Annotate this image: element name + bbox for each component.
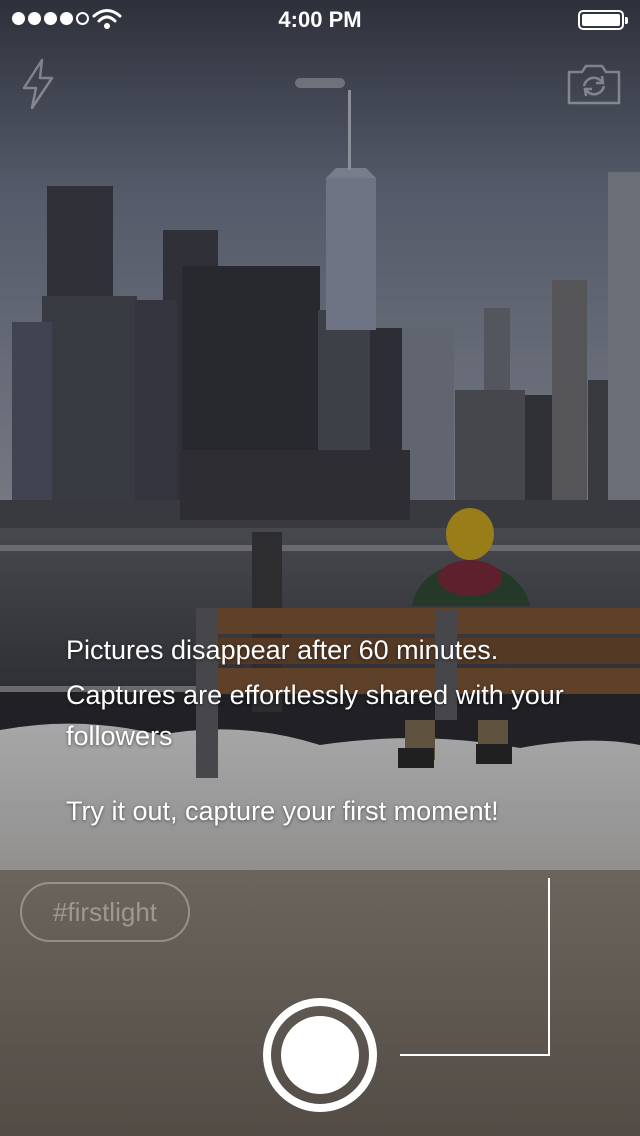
status-bar: 4:00 PM: [0, 0, 640, 40]
intro-line-disappear: Pictures disappear after 60 minutes.: [66, 635, 499, 665]
intro-message: Pictures disappear after 60 minutes. Cap…: [66, 630, 606, 832]
shutter-button[interactable]: [263, 998, 377, 1112]
camera-flip-icon[interactable]: [566, 62, 622, 106]
shutter-button-icon: [281, 1016, 359, 1094]
tutorial-pointer-line: [400, 878, 550, 1056]
intro-line-try-it: Try it out, capture your first moment!: [66, 796, 499, 827]
intro-line-shared: Captures are effortlessly shared with yo…: [66, 680, 564, 752]
battery-level-fill: [582, 14, 620, 26]
battery-icon: [578, 10, 628, 30]
drag-handle[interactable]: [295, 78, 345, 88]
battery-nub: [625, 17, 628, 24]
lightning-bolt-icon[interactable]: [18, 58, 58, 110]
status-time: 4:00 PM: [278, 7, 362, 32]
hashtag-button[interactable]: #firstlight: [20, 882, 190, 942]
